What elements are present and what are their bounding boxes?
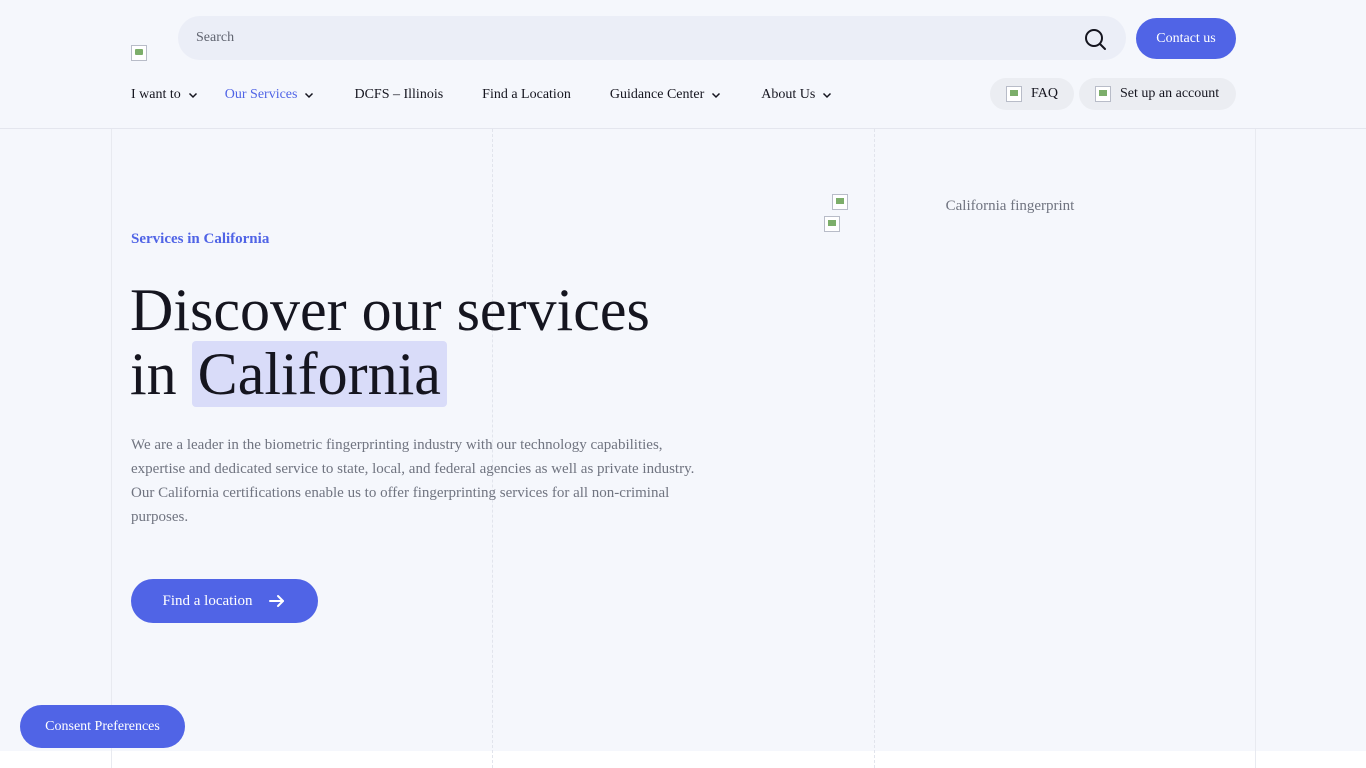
chevron-down-icon — [823, 92, 832, 99]
hero-eyebrow: Services in California — [131, 231, 270, 247]
nav-item-i-want-to[interactable]: I want to — [131, 87, 199, 103]
nav-item-label: Guidance Center — [609, 87, 705, 102]
nav-item-label: About Us — [761, 87, 816, 102]
arrow-right-icon — [268, 595, 284, 607]
search-bar — [178, 16, 1126, 60]
faq-icon — [1006, 86, 1022, 102]
nav-item-about-us[interactable]: About Us — [761, 87, 833, 103]
faq-button[interactable]: FAQ — [990, 78, 1074, 110]
search-input[interactable] — [196, 16, 1056, 60]
nav-item-label: Our Services — [224, 87, 298, 102]
chevron-down-icon — [712, 92, 721, 99]
hero-image — [832, 194, 848, 210]
nav-item-guidance-center[interactable]: Guidance Center — [610, 87, 722, 103]
chevron-down-icon — [188, 92, 197, 99]
headline-highlight: California — [191, 341, 447, 407]
faq-label: FAQ — [1031, 86, 1058, 101]
headline-prefix: in — [130, 341, 177, 407]
search-icon[interactable] — [1083, 27, 1107, 51]
logo-image[interactable] — [131, 45, 147, 61]
set-up-account-label: Set up an account — [1120, 86, 1220, 101]
hero-image-alt-text: California fingerprint — [945, 198, 1075, 214]
nav-item-label: Find a Location — [482, 87, 571, 102]
consent-preferences-button[interactable]: Consent Preferences — [20, 705, 185, 748]
hero-description: We are a leader in the biometric fingerp… — [131, 437, 695, 525]
grid-divider — [111, 129, 112, 768]
find-a-location-label: Find a location — [162, 592, 253, 609]
chevron-down-icon — [305, 92, 314, 99]
site-header: Contact us I want to Our Services DCFS –… — [0, 0, 1366, 129]
page: Contact us I want to Our Services DCFS –… — [0, 0, 1366, 768]
hero-headline: Discover our services in California — [130, 277, 750, 407]
find-a-location-button[interactable]: Find a location — [131, 579, 318, 623]
nav-item-label: I want to — [131, 87, 181, 102]
nav-item-label: DCFS – Illinois — [354, 87, 444, 102]
main-nav: I want to Our Services DCFS – Illinois F… — [131, 84, 833, 106]
grid-divider — [1255, 129, 1256, 768]
nav-item-dcfs-illinois[interactable]: DCFS – Illinois — [354, 87, 443, 103]
nav-item-find-a-location[interactable]: Find a Location — [482, 87, 571, 103]
headline-line-1: Discover our services — [130, 277, 650, 343]
grid-divider — [874, 129, 875, 768]
set-up-account-button[interactable]: Set up an account — [1079, 78, 1236, 110]
hero-image-secondary — [824, 216, 840, 232]
nav-item-our-services[interactable]: Our Services — [225, 87, 316, 103]
contact-us-button[interactable]: Contact us — [1136, 18, 1236, 59]
account-icon — [1095, 86, 1111, 102]
